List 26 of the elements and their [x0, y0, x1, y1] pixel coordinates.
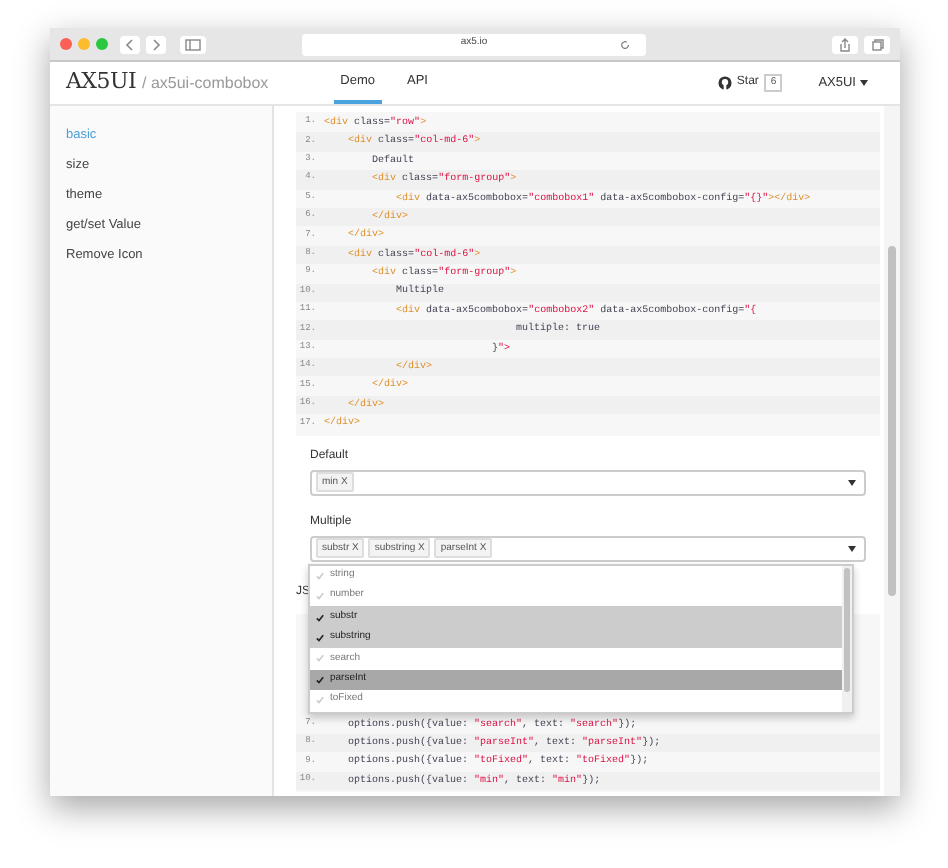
caret-icon[interactable] [848, 479, 856, 486]
tabs-icon[interactable] [864, 35, 890, 53]
github-icon [718, 76, 733, 90]
check-icon [316, 613, 324, 622]
check-icon [316, 675, 324, 684]
check-icon [316, 571, 324, 580]
scrollbar-thumb[interactable] [844, 567, 850, 692]
reload-icon[interactable] [620, 39, 630, 49]
sidebar-icon[interactable] [180, 35, 206, 53]
scrollbar[interactable] [842, 565, 852, 712]
zoom-icon[interactable] [96, 38, 108, 50]
check-icon [316, 592, 324, 601]
check-icon [316, 654, 324, 663]
back-icon[interactable] [120, 35, 140, 53]
share-icon[interactable] [832, 35, 858, 53]
scrollbar-thumb[interactable] [888, 246, 896, 596]
forward-icon[interactable] [146, 35, 166, 53]
logo[interactable]: AX5UI [66, 66, 137, 100]
close-icon[interactable] [60, 38, 72, 50]
caret-icon[interactable] [848, 545, 856, 552]
breadcrumb: / ax5ui-combobox [142, 71, 269, 95]
check-icon [316, 696, 324, 705]
page-scrollbar[interactable] [884, 106, 900, 796]
check-icon [316, 634, 324, 642]
minimize-icon[interactable] [78, 38, 90, 50]
caret-icon [860, 80, 868, 86]
